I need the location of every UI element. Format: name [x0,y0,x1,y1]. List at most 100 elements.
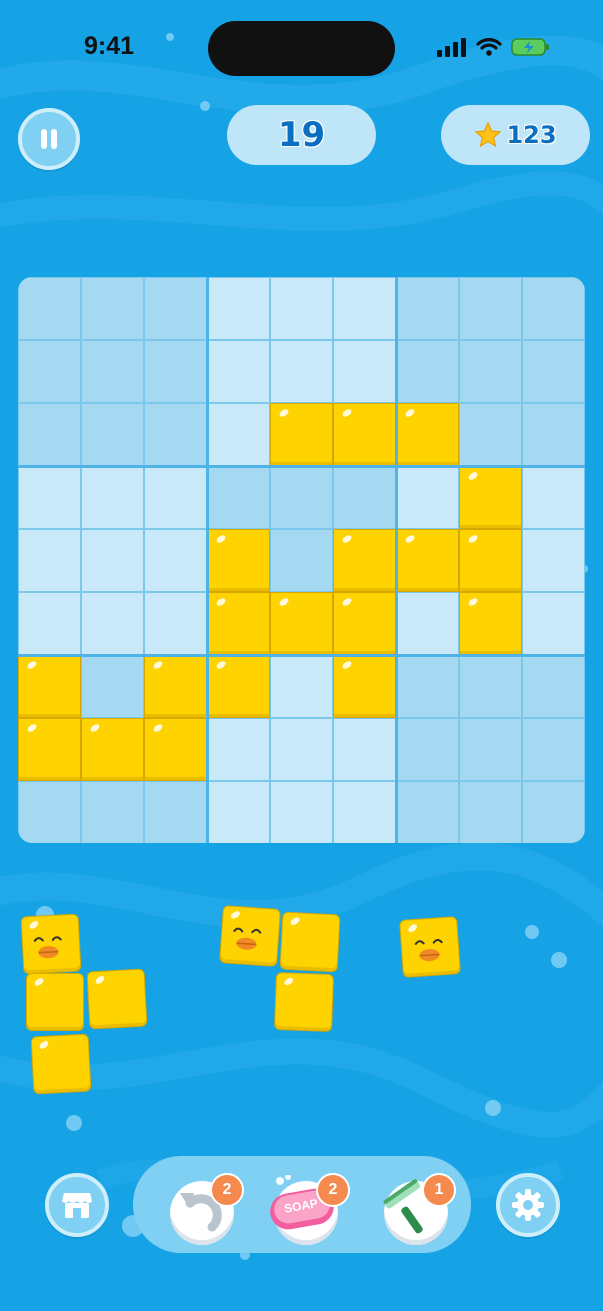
board-cell[interactable] [18,592,81,655]
board-cell[interactable] [144,466,207,529]
settings-button[interactable] [496,1173,560,1237]
board-cell-filled[interactable] [207,655,270,718]
board-cell[interactable] [18,529,81,592]
board-divider [18,464,585,468]
board-cell[interactable] [396,718,459,781]
board-cell[interactable] [396,340,459,403]
board-cell[interactable] [522,403,585,466]
board-cell[interactable] [270,655,333,718]
board-cell[interactable] [270,277,333,340]
board-cell[interactable] [81,529,144,592]
board-cell[interactable] [144,529,207,592]
board-cell[interactable] [333,781,396,843]
board-cell[interactable] [270,466,333,529]
board-cell-filled[interactable] [144,718,207,781]
board-cell[interactable] [144,592,207,655]
board-cell-filled[interactable] [270,592,333,655]
board-cell[interactable] [396,466,459,529]
board-cell-filled[interactable] [18,718,81,781]
board-cell-filled[interactable] [18,655,81,718]
undo-booster[interactable]: 2 [168,1173,244,1247]
board-cell[interactable] [81,466,144,529]
board-cell[interactable] [522,781,585,843]
board-cell[interactable] [144,403,207,466]
board-cell[interactable] [396,781,459,843]
board-cell-filled[interactable] [333,403,396,466]
board-cell[interactable] [522,718,585,781]
board-cell-filled[interactable] [207,592,270,655]
piece-block [279,911,341,973]
board-cell[interactable] [18,781,81,843]
board-cell[interactable] [81,592,144,655]
board-cell[interactable] [522,277,585,340]
board-cell[interactable] [396,592,459,655]
board-cell[interactable] [522,655,585,718]
piece-block [399,916,461,978]
pause-button[interactable] [18,108,80,170]
board-cell-filled[interactable] [333,529,396,592]
board-cell[interactable] [18,340,81,403]
board-cell[interactable] [207,718,270,781]
board-cell[interactable] [459,277,522,340]
board-cell[interactable] [459,655,522,718]
soap-booster[interactable]: SOAP 2 [268,1173,350,1247]
dynamic-island [208,21,395,76]
board-cell[interactable] [18,403,81,466]
board-cell-filled[interactable] [333,655,396,718]
board-cell[interactable] [522,592,585,655]
board-cell[interactable] [333,340,396,403]
board-cell-filled[interactable] [270,403,333,466]
board-cell[interactable] [270,718,333,781]
board-cell[interactable] [207,277,270,340]
board-cell[interactable] [396,277,459,340]
squeegee-booster[interactable]: 1 [378,1173,456,1247]
board-cell[interactable] [333,277,396,340]
board-cell-filled[interactable] [396,403,459,466]
bubble [551,952,567,968]
board-cell-filled[interactable] [396,529,459,592]
board-cell[interactable] [207,781,270,843]
board-cell[interactable] [333,718,396,781]
undo-count-badge: 2 [210,1173,244,1207]
board-cell[interactable] [459,781,522,843]
board-cell[interactable] [270,340,333,403]
board-cell[interactable] [522,529,585,592]
board-cell[interactable] [459,403,522,466]
board-cell[interactable] [18,466,81,529]
board-cell[interactable] [207,403,270,466]
board-cell[interactable] [459,340,522,403]
piece-3[interactable] [399,916,464,980]
board-cell[interactable] [144,277,207,340]
board-cell[interactable] [270,529,333,592]
board-cell[interactable] [144,340,207,403]
board-cell[interactable] [81,277,144,340]
board-cell[interactable] [396,655,459,718]
board-cell[interactable] [81,655,144,718]
board-cell-filled[interactable] [459,466,522,529]
board-cell-filled[interactable] [459,529,522,592]
board-cell[interactable] [522,340,585,403]
board-cell[interactable] [81,781,144,843]
board-cell[interactable] [270,781,333,843]
board-cell[interactable] [144,781,207,843]
board-cell[interactable] [81,403,144,466]
piece-2[interactable] [219,905,344,1035]
bubble [485,1100,501,1116]
board-cell[interactable] [207,340,270,403]
shop-button[interactable] [45,1173,109,1237]
soap-count-badge: 2 [316,1173,350,1207]
board-divider [205,277,209,843]
board-cell-filled[interactable] [333,592,396,655]
board-cell[interactable] [333,466,396,529]
game-board[interactable] [18,277,585,843]
board-cell[interactable] [459,718,522,781]
board-cell[interactable] [18,277,81,340]
board-cell[interactable] [81,340,144,403]
board-cell-filled[interactable] [81,718,144,781]
board-cell-filled[interactable] [459,592,522,655]
board-cell[interactable] [522,466,585,529]
piece-1[interactable] [20,913,150,1100]
board-cell[interactable] [207,466,270,529]
board-cell-filled[interactable] [144,655,207,718]
board-cell-filled[interactable] [207,529,270,592]
